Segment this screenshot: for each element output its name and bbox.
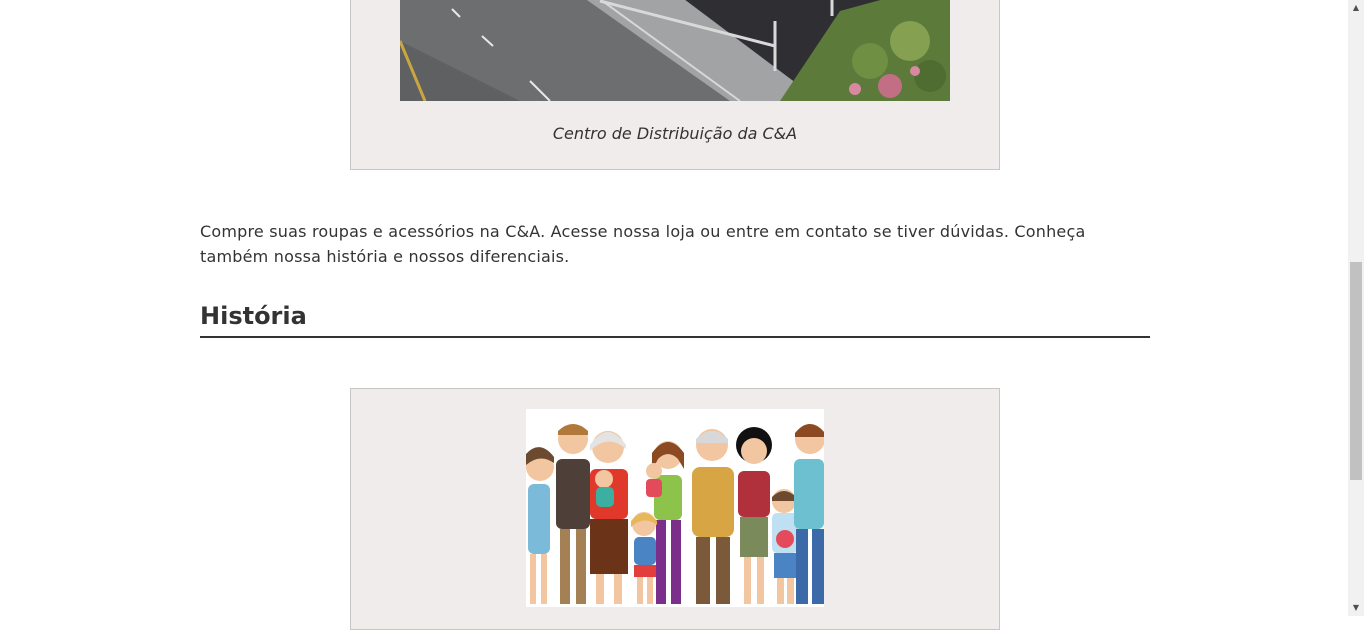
article-content: Centro de Distribuição da C&A Compre sua…	[0, 0, 1348, 630]
distribution-center-photo	[400, 0, 950, 101]
section-heading-historia: História	[200, 302, 307, 330]
figure-distribution-center: Centro de Distribuição da C&A	[350, 0, 1000, 170]
figure-caption: Centro de Distribuição da C&A	[552, 124, 798, 143]
scroll-down-arrow-icon[interactable]: ▼	[1348, 600, 1364, 616]
vertical-scrollbar[interactable]: ▲ ▼	[1348, 0, 1364, 616]
intro-paragraph: Compre suas roupas e acessórios na C&A. …	[200, 222, 1086, 266]
section-divider	[200, 336, 1150, 338]
scroll-up-arrow-icon[interactable]: ▲	[1348, 0, 1364, 16]
family-illustration	[526, 409, 824, 607]
scrollbar-thumb[interactable]	[1350, 262, 1362, 480]
figure-family	[350, 388, 1000, 630]
